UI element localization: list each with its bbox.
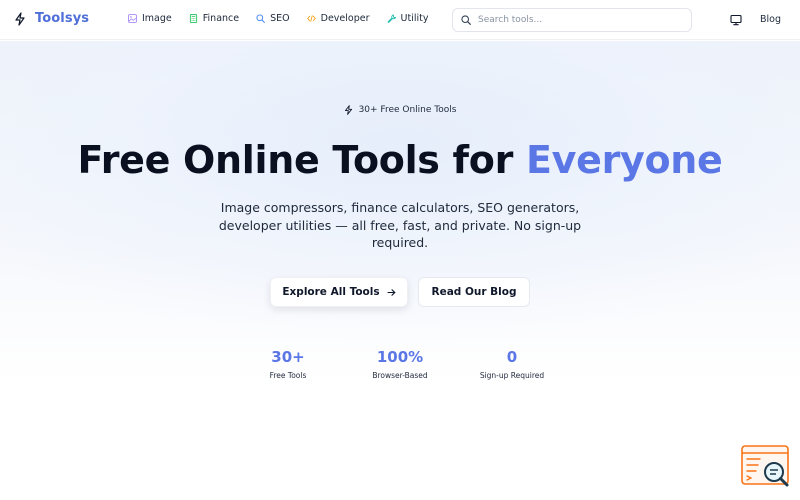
stat-browser-based: 100% Browser-Based: [340, 348, 460, 380]
nav-item-label: Utility: [400, 13, 429, 24]
stat-label: Browser-Based: [372, 371, 428, 380]
arrow-right-icon: [387, 288, 395, 296]
brand-logo[interactable]: Toolsys: [14, 11, 89, 26]
nav-item-finance[interactable]: Finance: [189, 13, 239, 24]
hero-badge-text: 30+ Free Online Tools: [358, 105, 457, 115]
image-icon: [128, 14, 137, 23]
nav-item-label: Finance: [202, 13, 240, 24]
brand-name: Toolsys: [35, 11, 90, 26]
wrench-icon: [387, 14, 396, 23]
nav-item-label: Developer: [320, 13, 370, 24]
stat-label: Sign-up Required: [479, 371, 545, 380]
stat-free-tools: 30+ Free Tools: [228, 348, 348, 380]
search-icon: [256, 14, 265, 23]
nav-item-image[interactable]: Image: [128, 13, 172, 24]
stat-signup-required: 0 Sign-up Required: [452, 348, 572, 380]
stat-label: Free Tools: [269, 371, 307, 380]
nav-item-seo[interactable]: SEO: [256, 13, 290, 24]
explore-button-label: Explore All Tools: [282, 286, 380, 298]
bolt-icon: [15, 11, 25, 26]
hero-badge: 30+ Free Online Tools: [0, 105, 800, 115]
nav-item-developer[interactable]: Developer: [306, 13, 370, 24]
search-icon: [461, 15, 471, 25]
main-nav: Image Finance SEO Developer Utility: [128, 13, 445, 24]
explore-all-tools-button[interactable]: Explore All Tools: [270, 277, 408, 307]
search-input[interactable]: [478, 15, 678, 25]
search-box[interactable]: [452, 8, 692, 32]
hero-title-accent: Everyone: [525, 138, 723, 182]
hero-title-main: Free Online Tools for: [77, 138, 526, 182]
site-header: Toolsys Image Finance SEO Developer Util…: [0, 0, 800, 40]
bolt-icon: [344, 105, 352, 115]
stat-value: 0: [506, 348, 518, 366]
read-our-blog-button[interactable]: Read Our Blog: [418, 277, 530, 307]
calculator-icon: [189, 14, 197, 23]
stat-value: 30+: [271, 348, 305, 366]
nav-item-label: SEO: [270, 13, 290, 24]
nav-item-utility[interactable]: Utility: [387, 13, 429, 24]
monitor-icon[interactable]: [730, 14, 742, 26]
stat-value: 100%: [376, 348, 424, 366]
support-widget-icon[interactable]: [740, 444, 792, 488]
hero-subtitle: Image compressors, finance calculators, …: [218, 200, 582, 250]
hero-title: Free Online Tools for Everyone: [0, 138, 800, 182]
code-icon: [306, 15, 316, 22]
blog-button-label: Read Our Blog: [431, 286, 517, 298]
nav-item-label: Image: [142, 13, 172, 24]
blog-link[interactable]: Blog: [760, 14, 781, 25]
